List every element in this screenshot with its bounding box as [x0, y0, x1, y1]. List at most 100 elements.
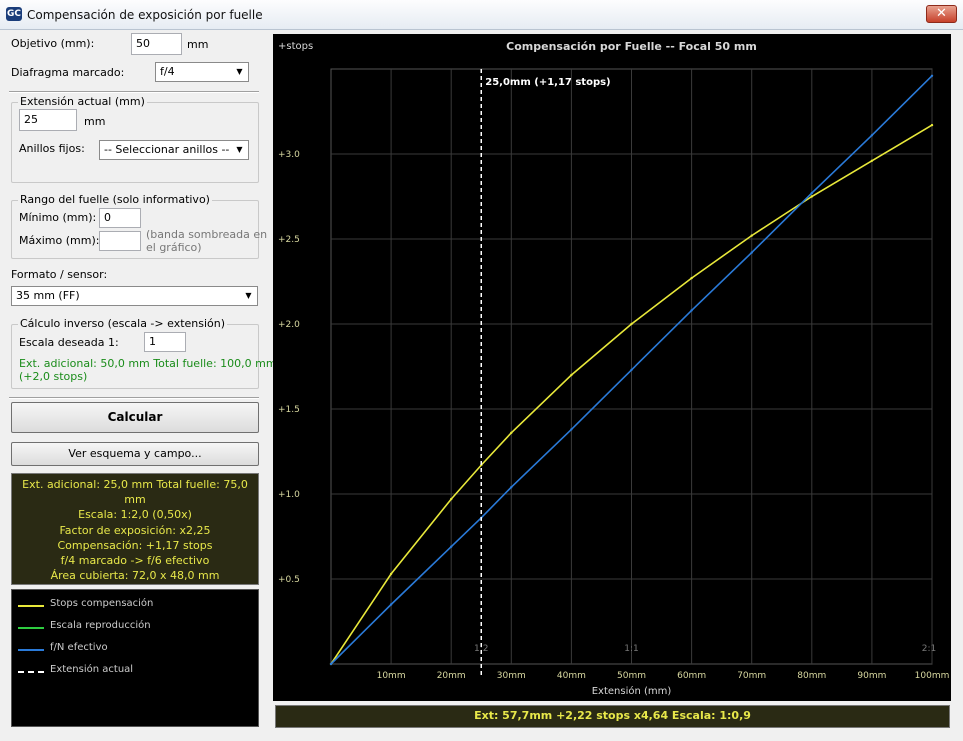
- x-tick-label: 100mm: [915, 671, 950, 681]
- close-button[interactable]: ✕: [926, 5, 957, 23]
- x-tick-label: 90mm: [857, 671, 886, 681]
- calculo-group-title: Cálculo inverso (escala -> extensión): [18, 317, 228, 330]
- scale-mark-label: 1:1: [624, 644, 638, 654]
- objetivo-input[interactable]: 50: [131, 33, 182, 55]
- series-point: [690, 276, 693, 280]
- escala-input[interactable]: 1: [144, 332, 186, 352]
- x-axis-label: Extensión (mm): [592, 685, 672, 697]
- series-point: [570, 428, 573, 431]
- x-tick-label: 40mm: [557, 671, 586, 681]
- extension-unit: mm: [84, 115, 106, 128]
- y-tick-label: +3.0: [278, 150, 300, 160]
- separator: [9, 91, 259, 93]
- minimo-input[interactable]: 0: [99, 208, 141, 228]
- formato-label: Formato / sensor:: [11, 268, 108, 281]
- maximo-note: (banda sombreada en: [146, 228, 268, 241]
- status-bar: Ext: 57,7mm +2,22 stops x4,64 Escala: 1:…: [275, 705, 950, 728]
- maximo-label: Máximo (mm):: [19, 234, 100, 247]
- series-point: [930, 74, 934, 77]
- results-panel: Ext. adicional: 25,0 mm Total fuelle: 75…: [11, 473, 259, 585]
- chevron-down-icon: ▼: [241, 288, 256, 304]
- formato-select[interactable]: 35 mm (FF) ▼: [11, 286, 258, 306]
- legend-swatch: [18, 627, 44, 629]
- diafragma-select[interactable]: f/4 ▼: [155, 62, 249, 82]
- separator: [9, 397, 259, 399]
- chart-area: 10mm 20mm 30mm 40mm 50mm 60mm 70mm 80mm 90mm 100m…: [273, 34, 951, 701]
- x-tick-label: 20mm: [437, 671, 466, 681]
- x-tick-label: 60mm: [677, 671, 706, 681]
- result-fnumber: f/4 marcado -> f/6 efectivo: [60, 554, 210, 568]
- legend-label: Extensión actual: [50, 664, 134, 675]
- y-tick-label: +0.5: [278, 575, 300, 585]
- y-axis-label: +stops: [278, 41, 313, 52]
- legend-label: Stops compensación: [50, 598, 154, 609]
- series-point: [389, 603, 393, 606]
- ver-esquema-button[interactable]: Ver esquema y campo...: [11, 442, 259, 466]
- calcular-button[interactable]: Calcular: [11, 402, 259, 433]
- extension-group-title: Extensión actual (mm): [18, 95, 147, 108]
- series-point: [690, 309, 693, 312]
- legend-swatch: [18, 671, 44, 673]
- anillos-label: Anillos fijos:: [19, 142, 85, 155]
- minimo-label: Mínimo (mm):: [19, 211, 97, 224]
- scale-mark-label: 2:1: [922, 644, 936, 654]
- calc-result-stops: (+2,0 stops): [19, 370, 88, 383]
- diafragma-label: Diafragma marcado:: [11, 66, 125, 79]
- series-point: [630, 322, 633, 326]
- chart-legend: Stops compensación Escala reproducción f…: [11, 589, 259, 727]
- series-point: [570, 373, 573, 377]
- title-bar: GC Compensación de exposición por fuelle…: [0, 0, 963, 30]
- series-point: [810, 195, 813, 198]
- legend-swatch: [18, 649, 44, 651]
- x-tick-label: 30mm: [497, 671, 526, 681]
- series-point: [450, 497, 453, 501]
- y-tick-label: +1.0: [278, 490, 300, 500]
- legend-swatch: [18, 605, 44, 607]
- current-extension-label: 25,0mm (+1,17 stops): [485, 77, 610, 88]
- series-point: [750, 251, 753, 254]
- series-point: [810, 191, 813, 195]
- diafragma-value: f/4: [160, 65, 175, 78]
- x-tick-label: 10mm: [377, 671, 406, 681]
- maximo-note-2: el gráfico): [146, 241, 202, 254]
- bellows-chart: 10mm 20mm 30mm 40mm 50mm 60mm 70mm 80mm 90mm 100m…: [278, 40, 950, 697]
- anillos-value: -- Seleccionar anillos --: [104, 143, 230, 156]
- x-tick-label: 80mm: [797, 671, 826, 681]
- objetivo-label: Objetivo (mm):: [11, 37, 95, 50]
- calc-result: Ext. adicional: 50,0 mm Total fuelle: 10…: [19, 357, 277, 370]
- series-point: [870, 159, 874, 162]
- series-point: [329, 662, 333, 666]
- formato-value: 35 mm (FF): [16, 289, 80, 302]
- y-tick-label: +2.5: [278, 235, 300, 245]
- chevron-down-icon: ▼: [232, 64, 247, 80]
- result-compensacion: Compensación: +1,17 stops: [57, 538, 213, 552]
- series-point: [870, 134, 874, 137]
- extension-input[interactable]: 25: [19, 109, 77, 131]
- chart-title: Compensación por Fuelle -- Focal 50 mm: [506, 40, 757, 53]
- y-tick-label: +2.0: [278, 320, 300, 330]
- app-icon: GC: [6, 7, 22, 21]
- series-point: [450, 545, 453, 548]
- result-factor: Factor de exposición: x2,25: [59, 523, 211, 537]
- x-tick-label: 70mm: [737, 671, 766, 681]
- series-point: [630, 368, 633, 372]
- series-point: [750, 234, 753, 237]
- series-point: [510, 486, 513, 489]
- series-point: [930, 123, 934, 127]
- series-point: [389, 572, 393, 576]
- legend-label: f/N efectivo: [50, 642, 108, 653]
- legend-label: Escala reproducción: [50, 620, 151, 631]
- series-point: [510, 431, 513, 434]
- y-tick-label: +1.5: [278, 405, 300, 415]
- result-extension: Ext. adicional: 25,0 mm Total fuelle: 75…: [22, 478, 248, 507]
- result-area: Área cubierta: 72,0 x 48,0 mm: [50, 569, 220, 583]
- chevron-down-icon: ▼: [232, 142, 247, 158]
- anillos-select[interactable]: -- Seleccionar anillos -- ▼: [99, 140, 249, 160]
- window-title: Compensación de exposición por fuelle: [27, 8, 263, 22]
- rango-group-title: Rango del fuelle (solo informativo): [18, 193, 212, 206]
- result-escala: Escala: 1:2,0 (0,50x): [78, 508, 192, 522]
- x-tick-label: 50mm: [617, 671, 646, 681]
- escala-label: Escala deseada 1:: [19, 336, 119, 349]
- objetivo-unit: mm: [187, 38, 209, 51]
- maximo-input[interactable]: [99, 231, 141, 251]
